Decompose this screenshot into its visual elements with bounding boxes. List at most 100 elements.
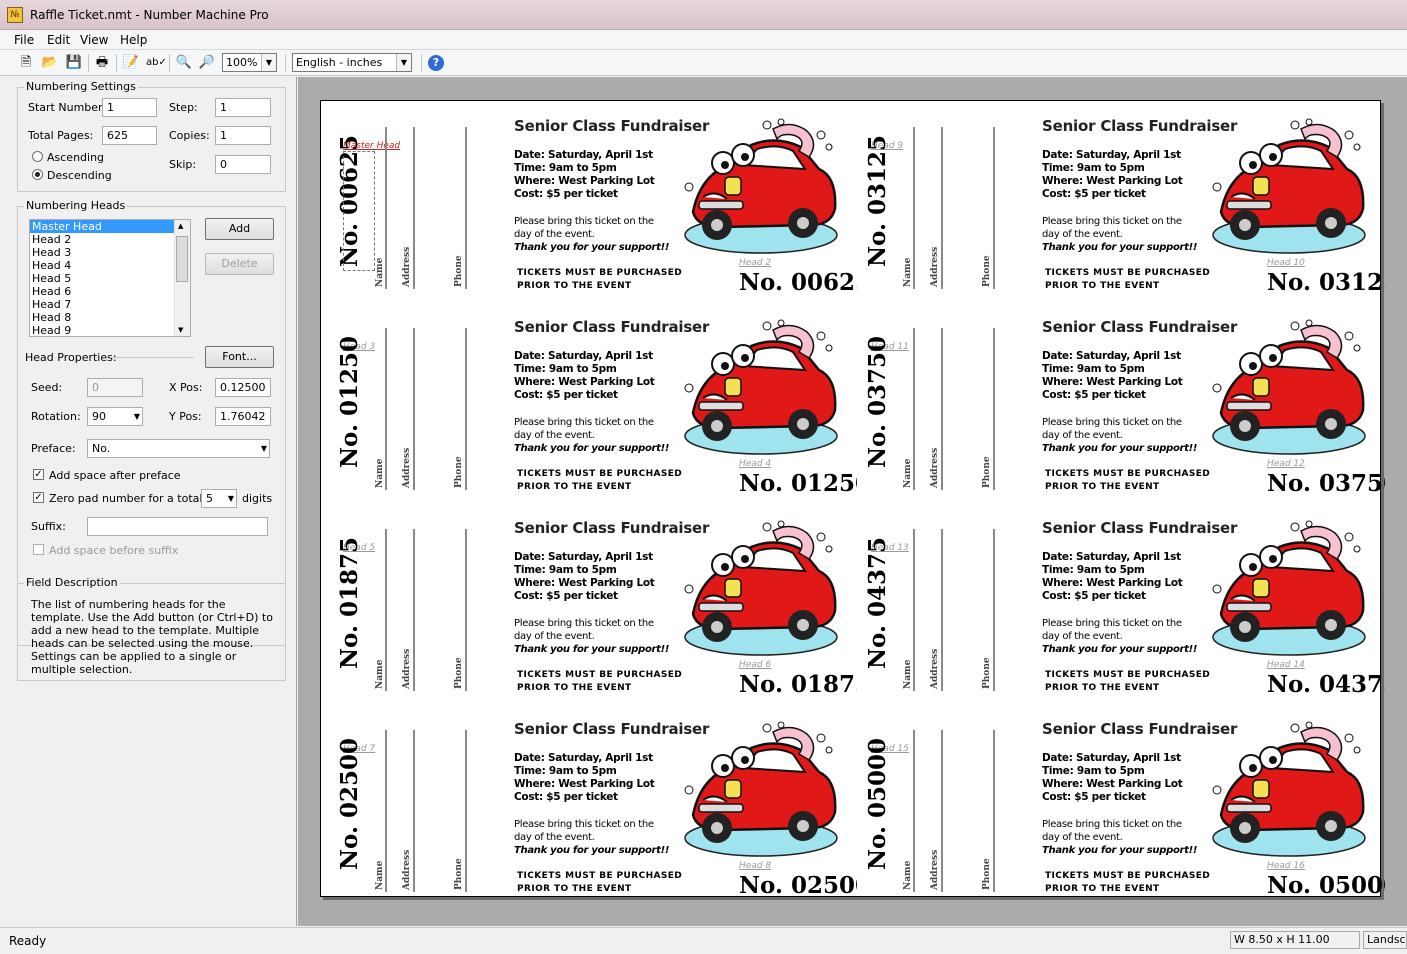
font-button[interactable]: Font... [205,346,274,368]
note-line: day of the event. [1042,229,1123,240]
menu-view[interactable]: View [80,33,108,47]
step-input[interactable]: 1 [215,98,271,117]
list-item[interactable]: Head 6 [30,285,174,298]
ticket-head-label[interactable]: Head 2 [739,258,771,268]
document-canvas[interactable]: Master Head No. 00625 Name Address Phone Seni… [298,77,1407,926]
raffle-ticket[interactable]: Master Head No. 00625 Name Address Phone Seni… [329,101,857,301]
list-item[interactable]: Head 5 [30,272,174,285]
new-file-icon[interactable]: 🗎 [17,54,35,72]
list-item[interactable]: Head 8 [30,311,174,324]
chevron-up-icon[interactable]: ▲ [178,222,183,230]
zoom-select[interactable]: 100% ▼ [222,53,277,72]
note-line: Please bring this ticket on the [514,819,654,830]
stub-number[interactable]: No. 04375 [864,519,892,669]
note-line: day of the event. [1042,430,1123,441]
preface-select[interactable]: No. ▼ [87,439,270,458]
stub-address-line [413,730,415,892]
stub-address-label: Address [930,447,940,488]
ticket-number[interactable]: No. 03750 [1267,470,1385,497]
print-icon[interactable]: 🖶 [93,54,111,72]
spellcheck-icon[interactable]: ab✓ [146,54,167,72]
menu-help[interactable]: Help [120,33,147,47]
descending-radio[interactable] [32,169,43,180]
save-icon[interactable]: 💾 [65,54,83,72]
ticket-number[interactable]: No. 02500 [739,872,857,899]
list-item[interactable]: Head 2 [30,233,174,246]
zoom-out-icon[interactable]: 🔎 [198,54,216,72]
ticket-number[interactable]: No. 05000 [1267,872,1385,899]
ticket-head-label[interactable]: Head 6 [739,660,771,670]
ticket-number[interactable]: No. 04375 [1267,671,1385,698]
ticket-head-label[interactable]: Head 14 [1267,660,1305,670]
raffle-ticket[interactable]: Head 5 No. 01875 Name Address Phone Senior Cl… [329,503,857,703]
scroll-thumb[interactable] [176,236,188,282]
menu-edit[interactable]: Edit [47,33,70,47]
chevron-down-icon[interactable]: ▼ [178,326,183,334]
list-item[interactable]: Head 3 [30,246,174,259]
ticket-head-label[interactable]: Head 8 [739,861,771,871]
status-bar: Ready W 8.50 x H 11.00 Landsca [0,927,1407,954]
zero-pad-checkbox[interactable]: ✓ [33,492,44,503]
start-number-input[interactable]: 1 [102,98,157,117]
stub-number[interactable]: No. 03750 [864,318,892,468]
ticket-head-label[interactable]: Head 10 [1267,258,1305,268]
ticket-head-label[interactable]: Head 16 [1267,861,1305,871]
open-folder-icon[interactable]: 📂 [41,54,59,72]
list-item[interactable]: Master Head [30,220,174,233]
help-icon[interactable]: ? [428,55,444,71]
stub-number[interactable]: No. 05000 [864,720,892,870]
total-pages-input[interactable]: 625 [102,126,157,145]
raffle-ticket[interactable]: Head 7 No. 02500 Name Address Phone Senior Cl… [329,704,857,904]
list-item[interactable]: Head 9 [30,324,174,336]
ticket-head-label[interactable]: Head 12 [1267,459,1305,469]
ticket-head-label[interactable]: Head 4 [739,459,771,469]
seed-input[interactable]: 0 [87,378,143,397]
zoom-in-icon[interactable]: 🔍 [175,54,193,72]
notice-line: PRIOR TO THE EVENT [517,683,632,693]
stub-name-line [913,127,915,289]
list-scrollbar[interactable]: ▲ ▼ [174,220,190,336]
ticket-page[interactable]: Master Head No. 00625 Name Address Phone Seni… [320,100,1385,899]
stub-number[interactable]: No. 01875 [336,519,364,669]
note-line: day of the event. [514,430,595,441]
stub-number[interactable]: No. 01250 [336,318,364,468]
ticket-number[interactable]: No. 00625 [739,269,857,296]
note-line: Please bring this ticket on the [514,618,654,629]
selection-box[interactable] [343,151,375,271]
ypos-input[interactable]: 1.76042 [215,407,271,426]
raffle-ticket[interactable]: Head 13 No. 04375 Name Address Phone Senior C… [857,503,1385,703]
ticket-cost: Cost: $5 per ticket [514,188,618,200]
note-line: Please bring this ticket on the [1042,819,1182,830]
space-after-checkbox[interactable]: ✓ [33,469,44,480]
list-item[interactable]: Head 7 [30,298,174,311]
add-head-button[interactable]: Add [205,218,274,240]
stub-number[interactable]: No. 03125 [864,117,892,267]
ticket-number[interactable]: No. 03125 [1267,269,1385,296]
rotation-select[interactable]: 90 ▼ [87,407,143,426]
stub-name-line [913,730,915,892]
raffle-ticket[interactable]: Head 9 No. 03125 Name Address Phone Senior Cl… [857,101,1385,301]
stub-phone-label: Phone [454,255,464,287]
properties-icon[interactable]: 📝 [122,54,140,72]
heads-listbox[interactable]: Master Head Head 2 Head 3 Head 4 Head 5 … [29,219,191,337]
space-before-checkbox[interactable] [33,544,44,555]
raffle-ticket[interactable]: Head 15 No. 05000 Name Address Phone Senior C… [857,704,1385,904]
ascending-radio[interactable] [32,151,43,162]
ticket-number[interactable]: No. 01875 [739,671,857,698]
list-item[interactable]: Head 4 [30,259,174,272]
menu-file[interactable]: File [14,33,34,47]
zero-pad-select[interactable]: 5 ▼ [201,489,237,508]
notice-line: TICKETS MUST BE PURCHASED [1045,670,1211,680]
delete-head-button[interactable]: Delete [205,253,274,275]
car-wash-illustration [684,520,838,656]
raffle-ticket[interactable]: Head 3 No. 01250 Name Address Phone Senior Cl… [329,302,857,502]
stub-number[interactable]: No. 02500 [336,720,364,870]
copies-input[interactable]: 1 [215,126,271,145]
ticket-number[interactable]: No. 01250 [739,470,857,497]
suffix-input[interactable] [87,517,268,536]
xpos-input[interactable]: 0.12500 [215,378,271,397]
note-line: day of the event. [1042,832,1123,843]
raffle-ticket[interactable]: Head 11 No. 03750 Name Address Phone Senior C… [857,302,1385,502]
units-select[interactable]: English - inches ▼ [292,53,412,72]
skip-input[interactable]: 0 [215,155,271,174]
